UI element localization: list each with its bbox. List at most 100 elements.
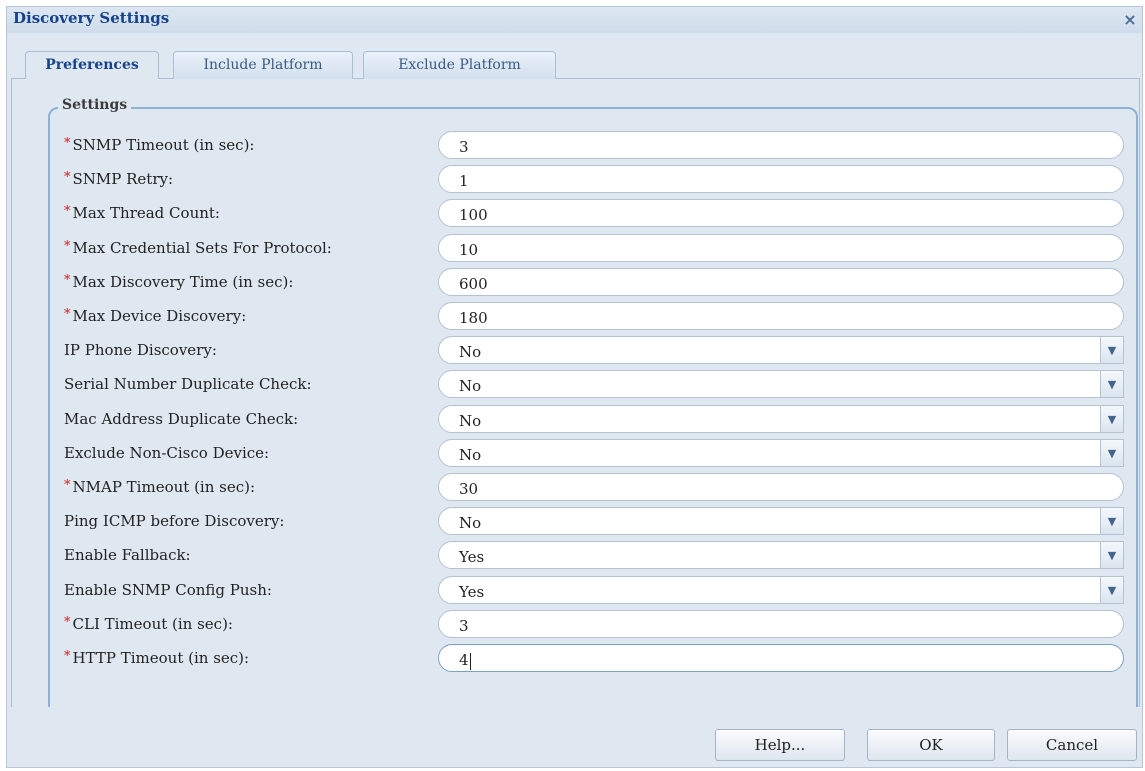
- http-timeout-in-sec-label: * HTTP Timeout (in sec):: [64, 649, 249, 667]
- enable-fallback-label-text: Enable Fallback:: [64, 546, 191, 565]
- chevron-down-icon[interactable]: ▼: [1100, 336, 1124, 365]
- tab-preferences[interactable]: Preferences: [25, 51, 159, 80]
- required-marker-icon: *: [64, 307, 71, 322]
- snmp-timeout-in-sec-label-text: SNMP Timeout (in sec):: [72, 136, 255, 154]
- tab-include-platform[interactable]: Include Platform: [173, 51, 353, 79]
- nmap-timeout-in-sec-label: * NMAP Timeout (in sec):: [64, 478, 255, 496]
- chevron-down-icon[interactable]: ▼: [1100, 541, 1124, 570]
- max-device-discovery-label: * Max Device Discovery:: [64, 307, 246, 325]
- tab-exclude-platform[interactable]: Exclude Platform: [363, 51, 556, 79]
- settings-row: * Max Device Discovery: 180: [12, 299, 1139, 333]
- serial-number-duplicate-check-select[interactable]: No ▼: [438, 370, 1124, 399]
- settings-row: Ping ICMP before Discovery: No ▼: [12, 504, 1139, 538]
- mac-address-duplicate-check-select[interactable]: No ▼: [438, 404, 1124, 433]
- dialog-title: Discovery Settings: [13, 9, 170, 27]
- discovery-settings-dialog: Discovery Settings × Preferences Include…: [6, 6, 1143, 768]
- enable-snmp-config-push-select[interactable]: Yes ▼: [438, 575, 1124, 604]
- max-thread-count-label: * Max Thread Count:: [64, 204, 220, 222]
- snmp-retry-label-text: SNMP Retry:: [72, 170, 174, 189]
- settings-row: Enable SNMP Config Push: Yes ▼: [12, 573, 1139, 607]
- ping-icmp-before-discovery-selected-value: No: [459, 514, 482, 533]
- chevron-down-icon[interactable]: ▼: [1100, 507, 1124, 536]
- dialog-footer: Help... OK Cancel: [7, 707, 1142, 769]
- max-discovery-time-in-sec-value: 600: [459, 274, 488, 293]
- preferences-panel: Settings * SNMP Timeout (in sec): 3 * SNMP R…: [11, 79, 1140, 707]
- required-marker-icon: *: [64, 170, 71, 186]
- settings-row: * Max Discovery Time (in sec): 600: [12, 265, 1139, 299]
- settings-row: IP Phone Discovery: No ▼: [12, 333, 1139, 367]
- ping-icmp-before-discovery-label: Ping ICMP before Discovery:: [64, 512, 284, 530]
- ping-icmp-before-discovery-select[interactable]: No ▼: [438, 507, 1124, 536]
- ip-phone-discovery-label-text: IP Phone Discovery:: [64, 341, 217, 360]
- max-thread-count-input[interactable]: 100: [438, 199, 1124, 228]
- dialog-titlebar: Discovery Settings ×: [7, 7, 1142, 33]
- cli-timeout-in-sec-label: * CLI Timeout (in sec):: [64, 615, 233, 633]
- snmp-retry-value: 1: [459, 172, 469, 191]
- max-device-discovery-input[interactable]: 180: [438, 302, 1124, 330]
- max-device-discovery-value: 180: [459, 309, 488, 327]
- exclude-non-cisco-device-selected-value: No: [459, 445, 482, 464]
- tab-strip: Preferences Include Platform Exclude Pla…: [11, 39, 1140, 80]
- enable-fallback-select[interactable]: Yes ▼: [438, 541, 1124, 570]
- serial-number-duplicate-check-label-text: Serial Number Duplicate Check:: [64, 375, 312, 394]
- max-thread-count-label-text: Max Thread Count:: [72, 204, 220, 223]
- max-credential-sets-for-protocol-input[interactable]: 10: [438, 233, 1124, 262]
- enable-fallback-label: Enable Fallback:: [64, 546, 191, 564]
- cli-timeout-in-sec-input[interactable]: 3: [438, 609, 1124, 638]
- mac-address-duplicate-check-label: Mac Address Duplicate Check:: [64, 410, 298, 428]
- nmap-timeout-in-sec-input[interactable]: 30: [438, 473, 1124, 501]
- settings-row: * Max Thread Count: 100: [12, 196, 1139, 230]
- http-timeout-in-sec-value: 4: [459, 651, 469, 669]
- required-marker-icon: *: [64, 272, 71, 288]
- close-icon[interactable]: ×: [1120, 10, 1140, 30]
- settings-row: * SNMP Retry: 1: [12, 162, 1139, 196]
- ip-phone-discovery-label: IP Phone Discovery:: [64, 341, 217, 359]
- chevron-down-icon[interactable]: ▼: [1100, 404, 1124, 433]
- max-discovery-time-in-sec-input[interactable]: 600: [438, 267, 1124, 296]
- snmp-timeout-in-sec-value: 3: [459, 138, 469, 156]
- required-marker-icon: *: [64, 649, 71, 664]
- max-thread-count-value: 100: [459, 206, 488, 225]
- max-credential-sets-for-protocol-value: 10: [459, 240, 479, 259]
- text-caret: [469, 652, 471, 670]
- required-marker-icon: *: [64, 136, 71, 151]
- settings-row: Mac Address Duplicate Check: No ▼: [12, 402, 1139, 436]
- max-credential-sets-for-protocol-label: * Max Credential Sets For Protocol:: [64, 239, 332, 257]
- enable-snmp-config-push-label: Enable SNMP Config Push:: [64, 581, 272, 599]
- settings-row: * HTTP Timeout (in sec): 4: [12, 641, 1139, 675]
- http-timeout-in-sec-label-text: HTTP Timeout (in sec):: [72, 649, 250, 667]
- max-discovery-time-in-sec-label: * Max Discovery Time (in sec):: [64, 273, 293, 291]
- exclude-non-cisco-device-label: Exclude Non-Cisco Device:: [64, 444, 269, 462]
- cli-timeout-in-sec-value: 3: [459, 616, 469, 635]
- mac-address-duplicate-check-label-text: Mac Address Duplicate Check:: [64, 409, 299, 428]
- settings-row: Exclude Non-Cisco Device: No ▼: [12, 436, 1139, 470]
- enable-snmp-config-push-selected-value: Yes: [459, 582, 485, 601]
- cli-timeout-in-sec-label-text: CLI Timeout (in sec):: [72, 614, 233, 633]
- enable-fallback-selected-value: Yes: [459, 548, 485, 567]
- settings-row: * NMAP Timeout (in sec): 30: [12, 470, 1139, 504]
- exclude-non-cisco-device-label-text: Exclude Non-Cisco Device:: [64, 443, 270, 462]
- help-button[interactable]: Help...: [715, 729, 845, 761]
- http-timeout-in-sec-input[interactable]: 4: [438, 644, 1124, 672]
- exclude-non-cisco-device-select[interactable]: No ▼: [438, 438, 1124, 467]
- settings-row: Serial Number Duplicate Check: No ▼: [12, 367, 1139, 401]
- settings-row: Enable Fallback: Yes ▼: [12, 538, 1139, 572]
- snmp-timeout-in-sec-input[interactable]: 3: [438, 131, 1124, 159]
- max-device-discovery-label-text: Max Device Discovery:: [72, 307, 247, 325]
- nmap-timeout-in-sec-value: 30: [459, 480, 479, 498]
- settings-legend: Settings: [58, 97, 132, 113]
- ok-button[interactable]: OK: [867, 729, 995, 761]
- serial-number-duplicate-check-label: Serial Number Duplicate Check:: [64, 375, 312, 393]
- chevron-down-icon[interactable]: ▼: [1100, 438, 1124, 467]
- snmp-retry-input[interactable]: 1: [438, 165, 1124, 194]
- max-credential-sets-for-protocol-label-text: Max Credential Sets For Protocol:: [72, 238, 332, 257]
- cancel-button[interactable]: Cancel: [1007, 729, 1137, 761]
- required-marker-icon: *: [64, 614, 71, 630]
- chevron-down-icon[interactable]: ▼: [1100, 370, 1124, 399]
- enable-snmp-config-push-label-text: Enable SNMP Config Push:: [64, 580, 272, 599]
- serial-number-duplicate-check-selected-value: No: [459, 377, 482, 396]
- ping-icmp-before-discovery-label-text: Ping ICMP before Discovery:: [64, 512, 285, 531]
- ip-phone-discovery-select[interactable]: No ▼: [438, 336, 1124, 365]
- settings-row: * SNMP Timeout (in sec): 3: [12, 128, 1139, 162]
- chevron-down-icon[interactable]: ▼: [1100, 575, 1124, 604]
